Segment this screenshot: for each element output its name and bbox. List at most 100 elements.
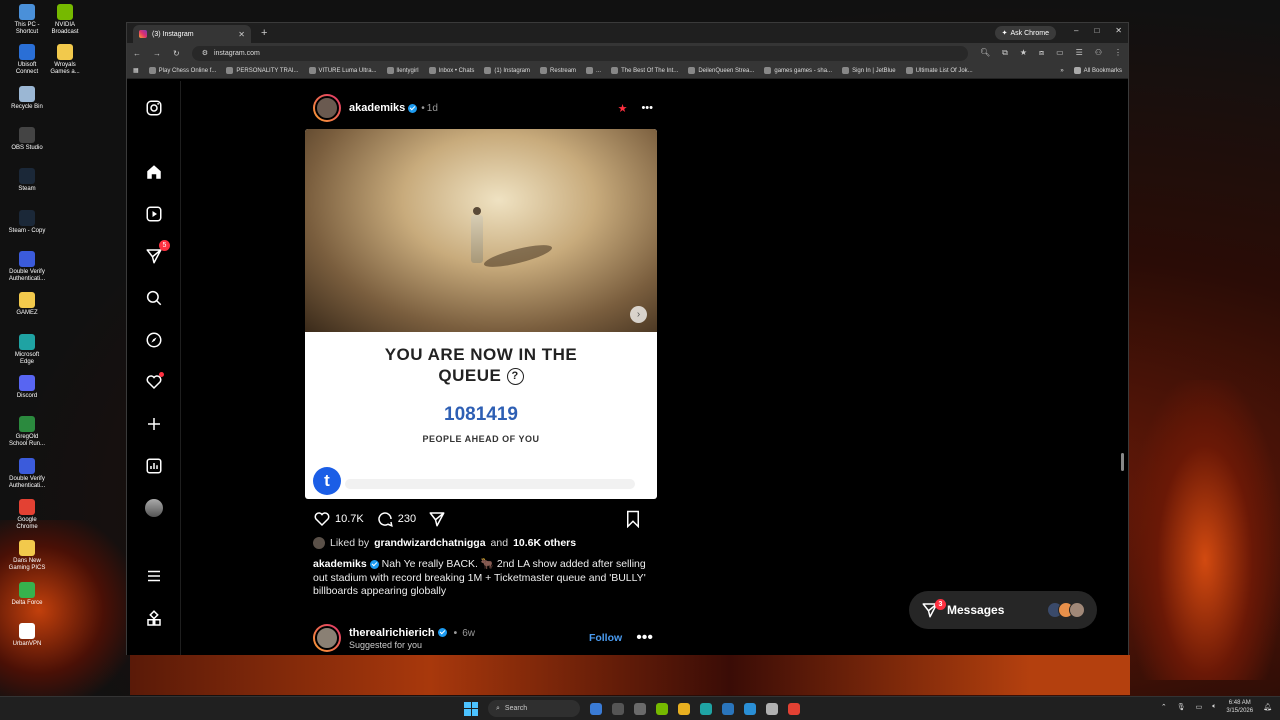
- taskbar-search[interactable]: ⌕ Search: [488, 700, 580, 717]
- comment-button[interactable]: 230: [376, 510, 416, 528]
- cast-icon[interactable]: ⚇: [1095, 48, 1102, 58]
- next-post-options-icon[interactable]: •••: [636, 629, 653, 647]
- bookmark-item[interactable]: games games - sha...: [764, 67, 832, 74]
- messages-button[interactable]: 3 Messages: [909, 591, 1097, 629]
- file-explorer-icon[interactable]: [678, 702, 690, 715]
- install-icon[interactable]: ⧉: [1002, 48, 1008, 58]
- post-username[interactable]: akademiks: [349, 102, 418, 114]
- minimize-button[interactable]: –: [1074, 26, 1078, 35]
- reels-icon[interactable]: [144, 204, 164, 224]
- desktop-icon[interactable]: Recycle Bin: [8, 86, 46, 111]
- favorite-star-icon[interactable]: ★: [618, 102, 628, 115]
- direct-messages-icon[interactable]: 5: [144, 240, 170, 266]
- forward-icon[interactable]: →: [153, 49, 161, 58]
- bookmark-item[interactable]: llentygirl: [386, 67, 419, 74]
- desktop-icon[interactable]: OBS Studio: [8, 127, 46, 152]
- mic-icon[interactable]: 🎙︎: [1177, 703, 1186, 711]
- tray-chevron-icon[interactable]: ⌃: [1161, 703, 1167, 711]
- desktop-icon[interactable]: This PC - Shortcut: [8, 4, 46, 36]
- new-tab-button[interactable]: +: [261, 27, 267, 39]
- desktop-icon[interactable]: Double Verify Authenticati...: [8, 458, 46, 490]
- sidepanel-icon[interactable]: ▭: [1056, 48, 1064, 58]
- desktop-icon[interactable]: Microsoft Edge: [8, 334, 46, 366]
- bookmarks-overflow-button[interactable]: »: [1060, 68, 1063, 74]
- follow-button[interactable]: Follow: [589, 632, 622, 644]
- desktop-icon[interactable]: Dans New Gaming PICS: [8, 540, 46, 572]
- apps-grid-icon[interactable]: ▦: [133, 67, 139, 74]
- desktop-icon[interactable]: Wroyals Games a...: [46, 44, 84, 76]
- others-link[interactable]: 10.6K others: [513, 537, 576, 549]
- bookmark-item[interactable]: Inbox • Chats: [428, 67, 474, 74]
- site-info-icon[interactable]: ⚙: [202, 49, 208, 57]
- widgets-icon[interactable]: [612, 702, 624, 715]
- extensions-icon[interactable]: ⧈: [1039, 48, 1044, 58]
- ask-chrome-button[interactable]: ✦ Ask Chrome: [994, 26, 1056, 40]
- bookmark-item[interactable]: VITURE Luma Ultra...: [308, 67, 377, 74]
- clock[interactable]: 6:48 AM 3/15/2026: [1226, 699, 1253, 715]
- network-icon[interactable]: ▭: [1196, 703, 1203, 711]
- share-button[interactable]: [428, 510, 446, 528]
- volume-icon[interactable]: 🔈︎: [1212, 703, 1216, 711]
- nvidia-app-icon[interactable]: [656, 702, 668, 715]
- desktop-icon[interactable]: UrbanVPN: [8, 623, 46, 648]
- also-from-meta-icon[interactable]: [144, 609, 164, 629]
- liker-username[interactable]: grandwizardchatnigga: [374, 537, 485, 549]
- save-button[interactable]: [625, 510, 641, 528]
- steam-icon[interactable]: [722, 702, 734, 715]
- bookmark-item[interactable]: Restream: [540, 67, 576, 74]
- all-bookmarks-button[interactable]: All Bookmarks: [1073, 67, 1122, 74]
- app-icon[interactable]: [744, 702, 756, 715]
- explore-icon[interactable]: [144, 330, 164, 350]
- desktop-icon[interactable]: Ubisoft Connect: [8, 44, 46, 76]
- bookmark-item[interactable]: Ultimate List Of Jok...: [905, 67, 973, 74]
- chrome-icon[interactable]: [788, 702, 800, 715]
- caption-username[interactable]: akademiks: [313, 558, 367, 570]
- profile-avatar[interactable]: [144, 498, 164, 518]
- create-plus-icon[interactable]: [144, 414, 164, 434]
- address-bar[interactable]: ⚙ instagram.com: [191, 45, 968, 61]
- desktop-icon[interactable]: Steam: [8, 168, 46, 193]
- zoom-icon[interactable]: 🔍︎: [980, 48, 990, 58]
- desktop-icon[interactable]: GregOld School Run...: [8, 416, 46, 448]
- desktop-icon[interactable]: NVIDIA Broadcast: [46, 4, 84, 36]
- desktop-icon[interactable]: Delta Force: [8, 582, 46, 607]
- carousel-next-icon[interactable]: ›: [630, 306, 647, 323]
- next-post-avatar[interactable]: [313, 624, 341, 652]
- desktop-icon[interactable]: Discord: [8, 375, 46, 400]
- reload-icon[interactable]: ↻: [173, 49, 180, 58]
- dashboard-icon[interactable]: [144, 456, 164, 476]
- tab-instagram[interactable]: (3) Instagram ✕: [133, 25, 251, 43]
- desktop-icon[interactable]: Google Chrome: [8, 499, 46, 531]
- bookmark-item[interactable]: PERSONALITY TRAI...: [226, 67, 299, 74]
- app-icon[interactable]: [766, 702, 778, 715]
- bookmark-item[interactable]: (1) Instagram: [484, 67, 530, 74]
- settings-icon[interactable]: [634, 702, 646, 715]
- bookmark-item[interactable]: ...: [586, 67, 601, 74]
- next-post-username[interactable]: therealrichierich: [349, 627, 435, 639]
- bookmark-item[interactable]: DeilenQueen Strea...: [688, 67, 754, 74]
- profile-icon[interactable]: ☰: [1076, 48, 1083, 58]
- bookmark-item[interactable]: Play Chess Online f...: [148, 67, 216, 74]
- instagram-logo-icon[interactable]: [144, 98, 164, 118]
- home-icon[interactable]: [144, 162, 164, 182]
- start-button[interactable]: [464, 701, 478, 716]
- tab-close-icon[interactable]: ✕: [238, 30, 245, 39]
- scrollbar-thumb[interactable]: [1121, 453, 1124, 471]
- post-media[interactable]: › YOU ARE NOW IN THE QUEUE ? 1081419 PEO…: [305, 129, 657, 499]
- post-options-icon[interactable]: •••: [641, 102, 653, 114]
- edge-icon[interactable]: [700, 702, 712, 715]
- notification-bell-icon[interactable]: 🔔︎: [1263, 703, 1272, 711]
- maximize-button[interactable]: □: [1094, 26, 1099, 35]
- back-icon[interactable]: ←: [133, 49, 141, 58]
- menu-icon[interactable]: ⋮: [1114, 48, 1122, 58]
- close-window-button[interactable]: ✕: [1115, 26, 1122, 35]
- like-button[interactable]: 10.7K: [313, 510, 364, 528]
- bookmark-item[interactable]: The Best Of The Int...: [611, 67, 678, 74]
- desktop-icon[interactable]: GAMEZ: [8, 292, 46, 317]
- desktop-icon[interactable]: Steam - Copy: [8, 210, 46, 235]
- page-scrollbar[interactable]: [1121, 81, 1126, 655]
- bookmark-item[interactable]: Sign In | JetBlue: [842, 67, 896, 74]
- post-author-avatar[interactable]: [313, 94, 341, 122]
- desktop-icon[interactable]: Double Verify Authenticati...: [8, 251, 46, 283]
- more-menu-icon[interactable]: [144, 566, 164, 586]
